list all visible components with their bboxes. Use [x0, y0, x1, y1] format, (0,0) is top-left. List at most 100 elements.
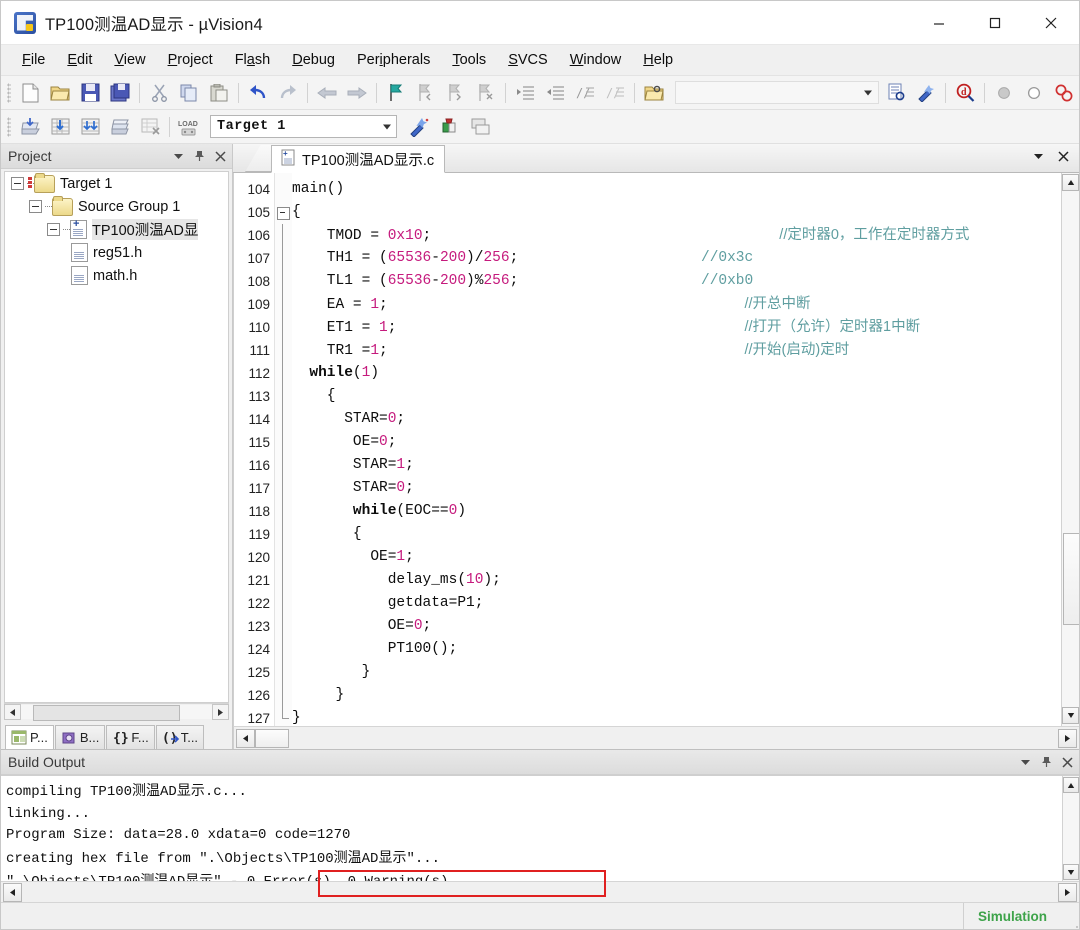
editor-hscrollbar[interactable] [233, 726, 1079, 749]
scroll-up-button[interactable] [1062, 174, 1079, 191]
code-text[interactable]: main(){ TMOD = 0x10; //定时器0，工作在定时器方式 TH1… [292, 173, 1061, 726]
scroll-left-button[interactable] [3, 882, 22, 902]
toolbar-grip[interactable] [7, 116, 11, 137]
menu-window[interactable]: Window [559, 49, 633, 71]
editor-menu-icon[interactable] [1029, 147, 1048, 166]
editor-vscrollbar[interactable] [1061, 173, 1079, 726]
hscroll-track[interactable] [289, 730, 1056, 747]
outdent-icon[interactable] [540, 79, 570, 107]
breakpoint-disabled-icon[interactable] [989, 79, 1019, 107]
expand-toggle-icon[interactable] [29, 200, 42, 213]
scroll-right-button[interactable] [212, 704, 229, 720]
menu-peripherals[interactable]: Peripherals [346, 49, 441, 71]
menu-project[interactable]: Project [157, 49, 224, 71]
build-pin-icon[interactable] [1037, 753, 1056, 772]
breakpoint-chain-icon[interactable] [1049, 79, 1079, 107]
target-combo[interactable]: Target 1 [210, 115, 397, 138]
target-options-icon[interactable] [405, 113, 435, 141]
menu-view[interactable]: View [103, 49, 156, 71]
bookmark-toggle-icon[interactable] [381, 79, 411, 107]
panel-pin-icon[interactable] [190, 147, 209, 166]
paste-icon[interactable] [204, 79, 234, 107]
bookmark-prev-icon[interactable] [411, 79, 441, 107]
open-folder-icon[interactable] [639, 79, 669, 107]
menu-help[interactable]: Help [632, 49, 684, 71]
cut-icon[interactable] [144, 79, 174, 107]
tree-node-c-file[interactable]: TP100测温AD显 [5, 218, 228, 241]
magnifier-icon[interactable]: d [950, 79, 980, 107]
toolbar-grip[interactable] [7, 82, 11, 103]
undo-icon[interactable] [243, 79, 273, 107]
translate-file-icon[interactable] [15, 113, 45, 141]
hscroll-thumb[interactable] [255, 728, 289, 748]
rebuild-all-icon[interactable] [75, 113, 105, 141]
collapse-toggle-icon[interactable] [277, 207, 290, 220]
download-icon[interactable]: LOAD [174, 113, 204, 141]
expand-toggle-icon[interactable] [47, 223, 60, 236]
scroll-right-button[interactable] [1058, 882, 1077, 902]
maximize-button[interactable] [967, 1, 1023, 44]
editor-close-icon[interactable] [1054, 147, 1073, 166]
tab-project[interactable]: P... [5, 725, 54, 749]
uncomment-icon[interactable]: // [600, 79, 630, 107]
fold-row[interactable] [275, 201, 292, 224]
redo-icon[interactable] [273, 79, 303, 107]
minimize-button[interactable] [911, 1, 967, 44]
bookmark-clear-icon[interactable] [471, 79, 501, 107]
scroll-down-button[interactable] [1062, 707, 1079, 724]
build-close-icon[interactable] [1058, 753, 1077, 772]
expand-toggle-icon[interactable] [11, 177, 24, 190]
navigate-back-icon[interactable] [312, 79, 342, 107]
manage-components-icon[interactable] [435, 113, 465, 141]
hscroll-thumb[interactable] [33, 705, 180, 721]
tab-functions[interactable]: {} F... [106, 725, 155, 749]
build-menu-icon[interactable] [1016, 753, 1035, 772]
save-all-icon[interactable] [105, 79, 135, 107]
scroll-left-button[interactable] [236, 728, 255, 748]
tree-node-math-h[interactable]: math.h [5, 264, 228, 287]
build-vscrollbar[interactable] [1062, 776, 1079, 881]
tab-books[interactable]: B... [54, 725, 106, 749]
code-editor[interactable]: 104 105 106 107 108 109 110 111 112 113 … [233, 173, 1079, 726]
tab-templates[interactable]: () T... [155, 725, 205, 749]
menu-file[interactable]: FFileile [11, 49, 56, 71]
indent-icon[interactable] [510, 79, 540, 107]
find-combo[interactable] [675, 81, 879, 104]
find-in-files-icon[interactable] [881, 79, 911, 107]
configure-icon[interactable] [911, 79, 941, 107]
tree-node-source-group[interactable]: Source Group 1 [5, 195, 228, 218]
code-folding-column[interactable] [274, 173, 292, 726]
scroll-left-button[interactable] [4, 704, 21, 720]
menu-debug[interactable]: Debug [281, 49, 346, 71]
scroll-right-button[interactable] [1058, 728, 1077, 748]
chevron-down-icon[interactable] [383, 124, 391, 129]
project-tree[interactable]: Target 1 Source Group 1 TP100测温AD显 [4, 171, 229, 703]
menu-edit[interactable]: Edit [56, 49, 103, 71]
comment-icon[interactable]: // [570, 79, 600, 107]
copy-icon[interactable] [174, 79, 204, 107]
project-tree-hscrollbar[interactable] [4, 703, 229, 721]
resize-grip-icon[interactable] [1061, 903, 1079, 929]
scroll-up-button[interactable] [1063, 777, 1079, 793]
tree-node-reg51-h[interactable]: reg51.h [5, 241, 228, 264]
menu-svcs[interactable]: SVCS [497, 49, 559, 71]
menu-tools[interactable]: Tools [441, 49, 497, 71]
manage-multiproject-icon[interactable] [465, 113, 495, 141]
panel-close-icon[interactable] [211, 147, 230, 166]
navigate-forward-icon[interactable] [342, 79, 372, 107]
hscroll-track[interactable] [21, 705, 212, 721]
open-file-icon[interactable] [45, 79, 75, 107]
build-target-icon[interactable] [45, 113, 75, 141]
close-button[interactable] [1023, 1, 1079, 44]
menu-flash[interactable]: Flash [224, 49, 282, 71]
chevron-down-icon[interactable] [864, 90, 872, 95]
stop-build-icon[interactable] [135, 113, 165, 141]
save-icon[interactable] [75, 79, 105, 107]
vscroll-thumb[interactable] [1063, 533, 1079, 625]
breakpoint-icon[interactable] [1019, 79, 1049, 107]
build-output-body[interactable]: compiling TP100测温AD显示.c... linking... Prog… [1, 775, 1079, 897]
panel-menu-icon[interactable] [169, 147, 188, 166]
tree-node-target[interactable]: Target 1 [5, 172, 228, 195]
batch-build-icon[interactable] [105, 113, 135, 141]
document-tab-active[interactable]: + TP100测温AD显示.c [271, 145, 446, 173]
